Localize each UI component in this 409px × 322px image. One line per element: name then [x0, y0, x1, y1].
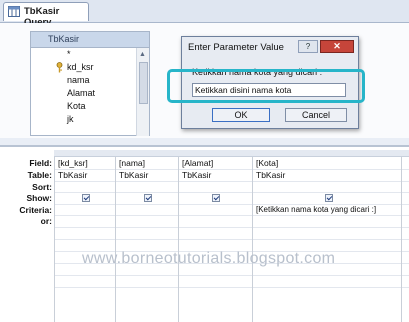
query-design-grid: Field: Table: Sort: Show: Criteria: or: … — [0, 145, 409, 322]
criteria-cell[interactable]: [Ketikkan nama kota yang dicari :] — [256, 205, 376, 214]
table-field-list[interactable]: TbKasir * kd_ksr nama Alamat Kota jk ▲ — [30, 31, 150, 136]
row-label-field: Field: — [29, 158, 52, 168]
table-field-list-title: TbKasir — [31, 32, 149, 48]
column-selector-bar[interactable] — [54, 150, 409, 157]
field-item-star[interactable]: * — [31, 48, 135, 61]
field-label: * — [67, 49, 71, 59]
grid-column-alamat[interactable]: [Alamat] TbKasir — [178, 157, 253, 322]
grid-column-kota[interactable]: [Kota] TbKasir [Ketikkan nama kota yang … — [252, 157, 402, 322]
field-label: nama — [67, 75, 90, 85]
field-item-alamat[interactable]: Alamat — [31, 87, 135, 100]
row-label-sort: Sort: — [32, 182, 52, 192]
grid-column-nama[interactable]: [nama] TbKasir — [115, 157, 179, 322]
show-checkbox[interactable] — [212, 194, 220, 202]
grid-column-kd-ksr[interactable]: [kd_ksr] TbKasir — [54, 157, 116, 322]
table-cell[interactable]: TbKasir — [256, 170, 285, 180]
row-label-criteria: Criteria: — [19, 205, 52, 215]
dialog-title: Enter Parameter Value — [188, 42, 284, 53]
scrollbar-thumb[interactable] — [139, 62, 148, 104]
field-list-scrollbar[interactable]: ▲ — [136, 48, 149, 136]
query-icon — [8, 6, 20, 17]
close-button[interactable]: ✕ — [320, 40, 354, 53]
field-list: * kd_ksr nama Alamat Kota jk — [31, 48, 135, 126]
table-cell[interactable]: TbKasir — [119, 170, 148, 180]
table-cell[interactable]: TbKasir — [182, 170, 211, 180]
row-label-show: Show: — [26, 193, 53, 203]
row-label-or: or: — [40, 216, 52, 226]
document-tab-bar: TbKasir Query — [0, 0, 409, 28]
field-label: Kota — [67, 101, 86, 111]
field-label: jk — [67, 114, 74, 124]
field-item-jk[interactable]: jk — [31, 113, 135, 126]
field-cell[interactable]: [Kota] — [256, 158, 278, 168]
show-checkbox[interactable] — [82, 194, 90, 202]
primary-key-icon — [56, 62, 63, 73]
tab-tbkasir-query[interactable]: TbKasir Query — [3, 2, 89, 28]
field-item-kota[interactable]: Kota — [31, 100, 135, 113]
help-button[interactable]: ? — [298, 40, 318, 53]
field-label: Alamat — [67, 88, 96, 98]
watermark-text: www.borneotutorials.blogspot.com — [82, 250, 336, 267]
ok-button[interactable]: OK — [212, 108, 270, 122]
query-window: TbKasir Query TbKasir * kd_ksr nama Alam… — [0, 0, 409, 322]
show-checkbox[interactable] — [144, 194, 152, 202]
field-label: kd_ksr — [67, 62, 94, 72]
row-label-table: Table: — [27, 170, 52, 180]
show-checkbox[interactable] — [325, 194, 333, 202]
scroll-up-icon[interactable]: ▲ — [139, 51, 146, 58]
table-cell[interactable]: TbKasir — [58, 170, 87, 180]
grid-column-empty[interactable] — [401, 157, 409, 322]
field-cell[interactable]: [Alamat] — [182, 158, 213, 168]
cancel-button[interactable]: Cancel — [285, 108, 347, 122]
field-cell[interactable]: [nama] — [119, 158, 145, 168]
input-highlight-frame — [167, 69, 365, 103]
field-cell[interactable]: [kd_ksr] — [58, 158, 88, 168]
field-item-kd-ksr[interactable]: kd_ksr — [31, 61, 135, 74]
field-item-nama[interactable]: nama — [31, 74, 135, 87]
